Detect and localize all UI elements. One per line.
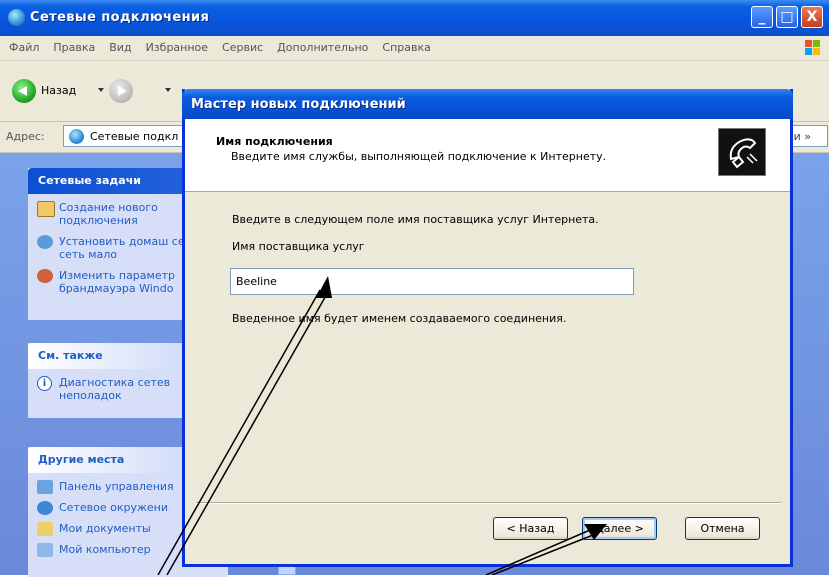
arrow-head-input [316, 276, 332, 298]
annotation-arrows [157, 276, 607, 575]
arrow-to-input [157, 289, 329, 575]
arrow-to-next [485, 529, 594, 575]
